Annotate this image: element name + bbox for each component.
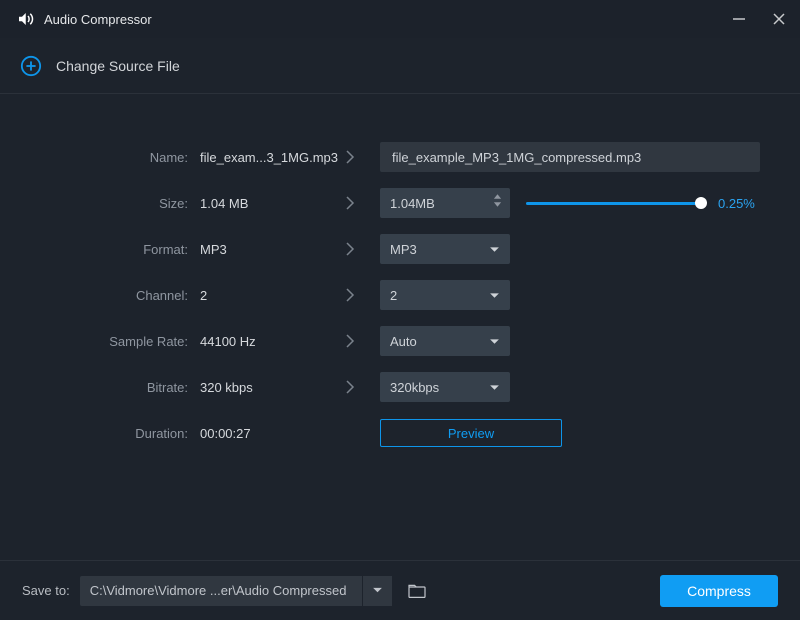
bitrate-select[interactable]: 320kbps: [380, 372, 510, 402]
format-select[interactable]: MP3: [380, 234, 510, 264]
duration-value: 00:00:27: [200, 426, 320, 441]
plus-circle-icon: [20, 55, 42, 77]
format-select-value: MP3: [390, 242, 417, 257]
size-label: Size:: [24, 196, 200, 211]
size-slider[interactable]: [526, 202, 702, 205]
arrow-icon: [320, 333, 380, 349]
preview-label: Preview: [448, 426, 494, 441]
sample-rate-label: Sample Rate:: [24, 334, 200, 349]
open-folder-button[interactable]: [402, 576, 432, 606]
channel-input-value: 2: [200, 288, 320, 303]
arrow-icon: [320, 241, 380, 257]
chevron-down-icon: [489, 380, 500, 395]
change-source-label: Change Source File: [56, 58, 180, 74]
chevron-down-icon: [372, 587, 383, 594]
app-title: Audio Compressor: [44, 12, 152, 27]
arrow-icon: [320, 195, 380, 211]
sample-rate-select-value: Auto: [390, 334, 417, 349]
close-button[interactable]: [770, 10, 788, 28]
size-spinner[interactable]: 1.04MB: [380, 188, 510, 218]
compress-button[interactable]: Compress: [660, 575, 778, 607]
arrow-icon: [320, 379, 380, 395]
compress-label: Compress: [687, 583, 751, 599]
chevron-down-icon: [489, 242, 500, 257]
bitrate-select-value: 320kbps: [390, 380, 439, 395]
save-path-field[interactable]: C:\Vidmore\Vidmore ...er\Audio Compresse…: [80, 576, 362, 606]
channel-select-value: 2: [390, 288, 397, 303]
minimize-button[interactable]: [730, 10, 748, 28]
channel-select[interactable]: 2: [380, 280, 510, 310]
titlebar: Audio Compressor: [0, 0, 800, 38]
save-path-value: C:\Vidmore\Vidmore ...er\Audio Compresse…: [90, 583, 347, 598]
bottom-bar: Save to: C:\Vidmore\Vidmore ...er\Audio …: [0, 560, 800, 620]
spinner-up-icon[interactable]: [493, 192, 502, 200]
app-volume-icon: [16, 10, 34, 28]
sample-rate-select[interactable]: Auto: [380, 326, 510, 356]
size-output-value: 1.04MB: [390, 196, 435, 211]
save-path-dropdown[interactable]: [362, 576, 392, 606]
channel-label: Channel:: [24, 288, 200, 303]
saveto-label: Save to:: [22, 583, 70, 598]
spinner-down-icon[interactable]: [493, 201, 502, 209]
slider-thumb[interactable]: [695, 197, 707, 209]
bitrate-label: Bitrate:: [24, 380, 200, 395]
bitrate-input-value: 320 kbps: [200, 380, 320, 395]
size-percent: 0.25%: [718, 196, 755, 211]
format-input-value: MP3: [200, 242, 320, 257]
arrow-icon: [320, 149, 380, 165]
settings-form: Name: file_exam...3_1MG.mp3 Size: 1.04 M…: [0, 94, 800, 456]
name-label: Name:: [24, 150, 200, 165]
size-input-value: 1.04 MB: [200, 196, 320, 211]
folder-icon: [407, 583, 427, 599]
preview-button[interactable]: Preview: [380, 419, 562, 447]
duration-label: Duration:: [24, 426, 200, 441]
output-filename-input[interactable]: [380, 142, 760, 172]
chevron-down-icon: [489, 288, 500, 303]
arrow-icon: [320, 287, 380, 303]
change-source-bar[interactable]: Change Source File: [0, 38, 800, 94]
format-label: Format:: [24, 242, 200, 257]
name-input-value: file_exam...3_1MG.mp3: [200, 150, 320, 165]
window-controls: [730, 0, 788, 38]
sample-rate-input-value: 44100 Hz: [200, 334, 320, 349]
chevron-down-icon: [489, 334, 500, 349]
